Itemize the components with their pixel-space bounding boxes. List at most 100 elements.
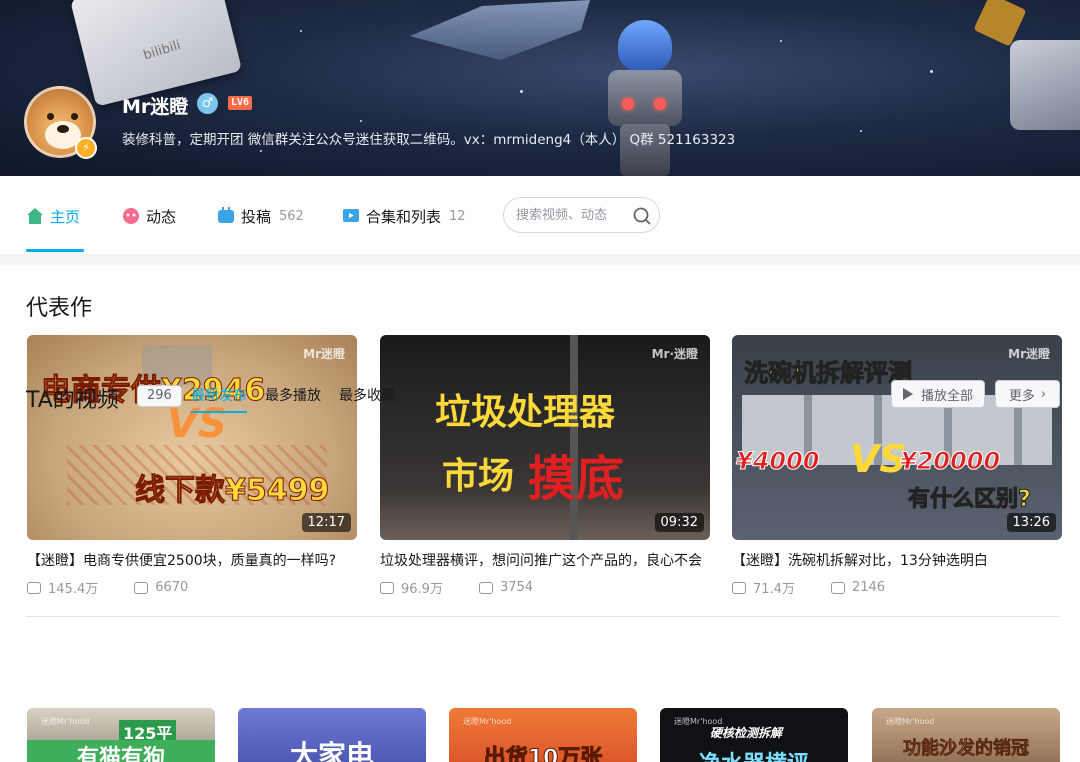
star — [360, 120, 362, 122]
thumbnail-headline: 洗碗机拆解评测 — [744, 359, 913, 388]
active-tab-indicator — [26, 249, 84, 252]
dynamic-icon — [123, 208, 139, 224]
thumbnail-price-left: ¥4000 — [736, 447, 820, 476]
video-thumbnail[interactable]: Mr迷瞪 洗碗机拆解评测 ¥4000 VS ¥20000 有什么区别? 13:2… — [732, 335, 1062, 540]
thumbnail-vs: VS — [850, 437, 907, 481]
more-label: 更多 — [1008, 388, 1035, 404]
video-thumbnail[interactable]: Mr·迷瞪 垃圾处理器 市场 摸底 09:32 — [380, 335, 710, 540]
upload-icon — [218, 207, 234, 223]
main-content: 代表作 Mr迷瞪 电商专供¥2946 VS 线下款¥5499 12:17 【迷瞪… — [0, 265, 1080, 762]
section-title-representative: 代表作 — [26, 296, 93, 321]
play-count-icon — [380, 581, 394, 594]
play-count: 96.9万 — [401, 582, 443, 597]
play-count: 71.4万 — [753, 582, 795, 597]
tab-uploads-label: 投稿 — [241, 207, 272, 226]
video-duration: 12:17 — [301, 513, 351, 532]
play-count-icon — [732, 581, 746, 594]
video-card[interactable]: Mr迷瞪 电商专供¥2946 VS 线下款¥5499 12:17 【迷瞪】电商专… — [27, 335, 357, 597]
home-icon — [27, 208, 43, 224]
thumbnail-headline-highlight: 摸底 — [528, 451, 625, 507]
thumbnail-brand: 迷瞪Mr'hood — [463, 717, 512, 726]
sort-tab-most-played[interactable]: 最多播放 — [265, 385, 321, 405]
tab-uploads-count: 562 — [279, 208, 304, 224]
play-all-button[interactable]: 播放全部 — [891, 380, 985, 408]
tab-uploads[interactable]: 投稿 562 — [217, 206, 304, 226]
lightning-icon: ⚡ — [75, 137, 97, 159]
tab-home-label: 主页 — [50, 207, 81, 226]
danmaku-icon — [830, 581, 845, 594]
tab-dynamic[interactable]: 动态 — [122, 206, 176, 226]
play-all-label: 播放全部 — [920, 388, 973, 404]
profile-nav-bar: 主页 动态 投稿 562 合集和列表 12 — [0, 176, 1080, 254]
danmaku-icon — [134, 581, 149, 594]
sort-tab-most-favorited[interactable]: 最多收藏 — [339, 385, 395, 405]
thumbnail-headline: 大家电 — [289, 739, 374, 762]
profile-banner: bilibili — [0, 0, 1080, 176]
thumbnail-headline: 有什么区别? — [908, 487, 1032, 513]
tab-collections-count: 12 — [449, 208, 466, 224]
video-card[interactable]: Mr迷瞪 洗碗机拆解评测 ¥4000 VS ¥20000 有什么区别? 13:2… — [732, 335, 1062, 597]
background-photo — [570, 335, 578, 540]
video-stats: 71.4万 2146 — [732, 578, 1062, 597]
thumbnail-headline: 功能沙发的销冠 — [903, 738, 1030, 760]
search-input[interactable] — [516, 206, 628, 224]
sort-tab-latest[interactable]: 最新发布 — [191, 385, 247, 405]
bilibili-logo-text: bilibili — [141, 37, 183, 64]
thumbnail-headline: 出货10万张 — [483, 746, 603, 762]
video-card[interactable]: Mr·迷瞪 垃圾处理器 市场 摸底 09:32 垃圾处理器横评，想问问推广这个产… — [380, 335, 710, 597]
username: Mr迷瞪 — [122, 96, 189, 118]
star — [860, 130, 862, 132]
star — [930, 70, 933, 73]
thumbnail-watermark: Mr·迷瞪 — [651, 347, 698, 361]
active-sort-indicator — [191, 411, 247, 413]
thumbnail-watermark: Mr迷瞪 — [1008, 347, 1050, 361]
section-title-ta-videos: TA的视频 — [26, 388, 119, 413]
male-icon: ♂ — [197, 93, 218, 114]
video-stats: 96.9万 3754 — [380, 578, 710, 597]
play-icon — [902, 388, 913, 400]
video-title[interactable]: 【迷瞪】洗碗机拆解对比，13分钟选明白 — [732, 550, 1062, 570]
thumbnail-price-right: ¥20000 — [899, 447, 1001, 476]
video-thumbnail[interactable]: 迷瞪Mr'hood 125平 有猫有狗 — [27, 708, 215, 762]
danmaku-icon — [478, 581, 493, 594]
robot-arm-illustration — [1010, 40, 1080, 130]
chevron-right-icon: › — [1040, 386, 1047, 402]
star — [520, 90, 523, 93]
video-duration: 13:26 — [1006, 513, 1056, 532]
star — [780, 40, 782, 42]
play-count-icon — [27, 581, 41, 594]
thumbnail-headline: 线下款¥5499 — [134, 473, 330, 509]
video-thumbnail[interactable]: 迷瞪Mr'hood 功能沙发的销冠 — [872, 708, 1060, 762]
video-thumbnail[interactable]: 迷瞪Mr'hood 硬核检测拆解 净水器横评 — [660, 708, 848, 762]
spaceship-illustration — [410, 0, 590, 60]
danmaku-count: 6670 — [155, 580, 189, 595]
video-stats: 145.4万 6670 — [27, 578, 357, 597]
tab-collections-label: 合集和列表 — [366, 207, 442, 226]
user-bio: 装修科普，定期开团 微信群关注公众号迷住获取二维码。vx：mrmideng4（本… — [122, 132, 736, 148]
thumbnail-brand: 迷瞪Mr'hood — [41, 717, 90, 726]
section-divider — [26, 616, 1060, 617]
danmaku-count: 2146 — [851, 580, 886, 595]
level-badge: LV6 — [228, 96, 253, 110]
tab-collections[interactable]: 合集和列表 12 — [342, 206, 466, 226]
more-button[interactable]: 更多 › — [995, 380, 1060, 408]
video-thumbnail[interactable]: 迷瞪Mr'hood 出货10万张 — [449, 708, 637, 762]
thumbnail-watermark: Mr迷瞪 — [303, 347, 345, 361]
thumbnail-brand: 迷瞪Mr'hood — [886, 717, 935, 726]
video-count-badge: 296 — [137, 385, 182, 407]
search-box — [503, 197, 660, 233]
thumbnail-headline: 有猫有狗 — [27, 740, 215, 762]
search-icon[interactable] — [632, 206, 652, 226]
video-title[interactable]: 【迷瞪】电商专供便宜2500块，质量真的一样吗? — [27, 550, 357, 570]
video-title[interactable]: 垃圾处理器横评，想问问推广这个产品的，良心不会 — [380, 550, 710, 570]
video-duration: 09:32 — [654, 513, 704, 532]
play-count: 145.4万 — [48, 582, 99, 597]
thumbnail-headline: 市场 — [442, 456, 515, 497]
tab-home[interactable]: 主页 — [26, 206, 80, 226]
thumbnail-headline: 垃圾处理器 — [435, 392, 616, 433]
star — [300, 30, 302, 32]
thumbnail-vs: VS — [167, 401, 227, 447]
video-thumbnail[interactable]: 大家电 — [238, 708, 426, 762]
tab-dynamic-label: 动态 — [146, 207, 177, 226]
video-thumbnail[interactable]: Mr迷瞪 电商专供¥2946 VS 线下款¥5499 12:17 — [27, 335, 357, 540]
